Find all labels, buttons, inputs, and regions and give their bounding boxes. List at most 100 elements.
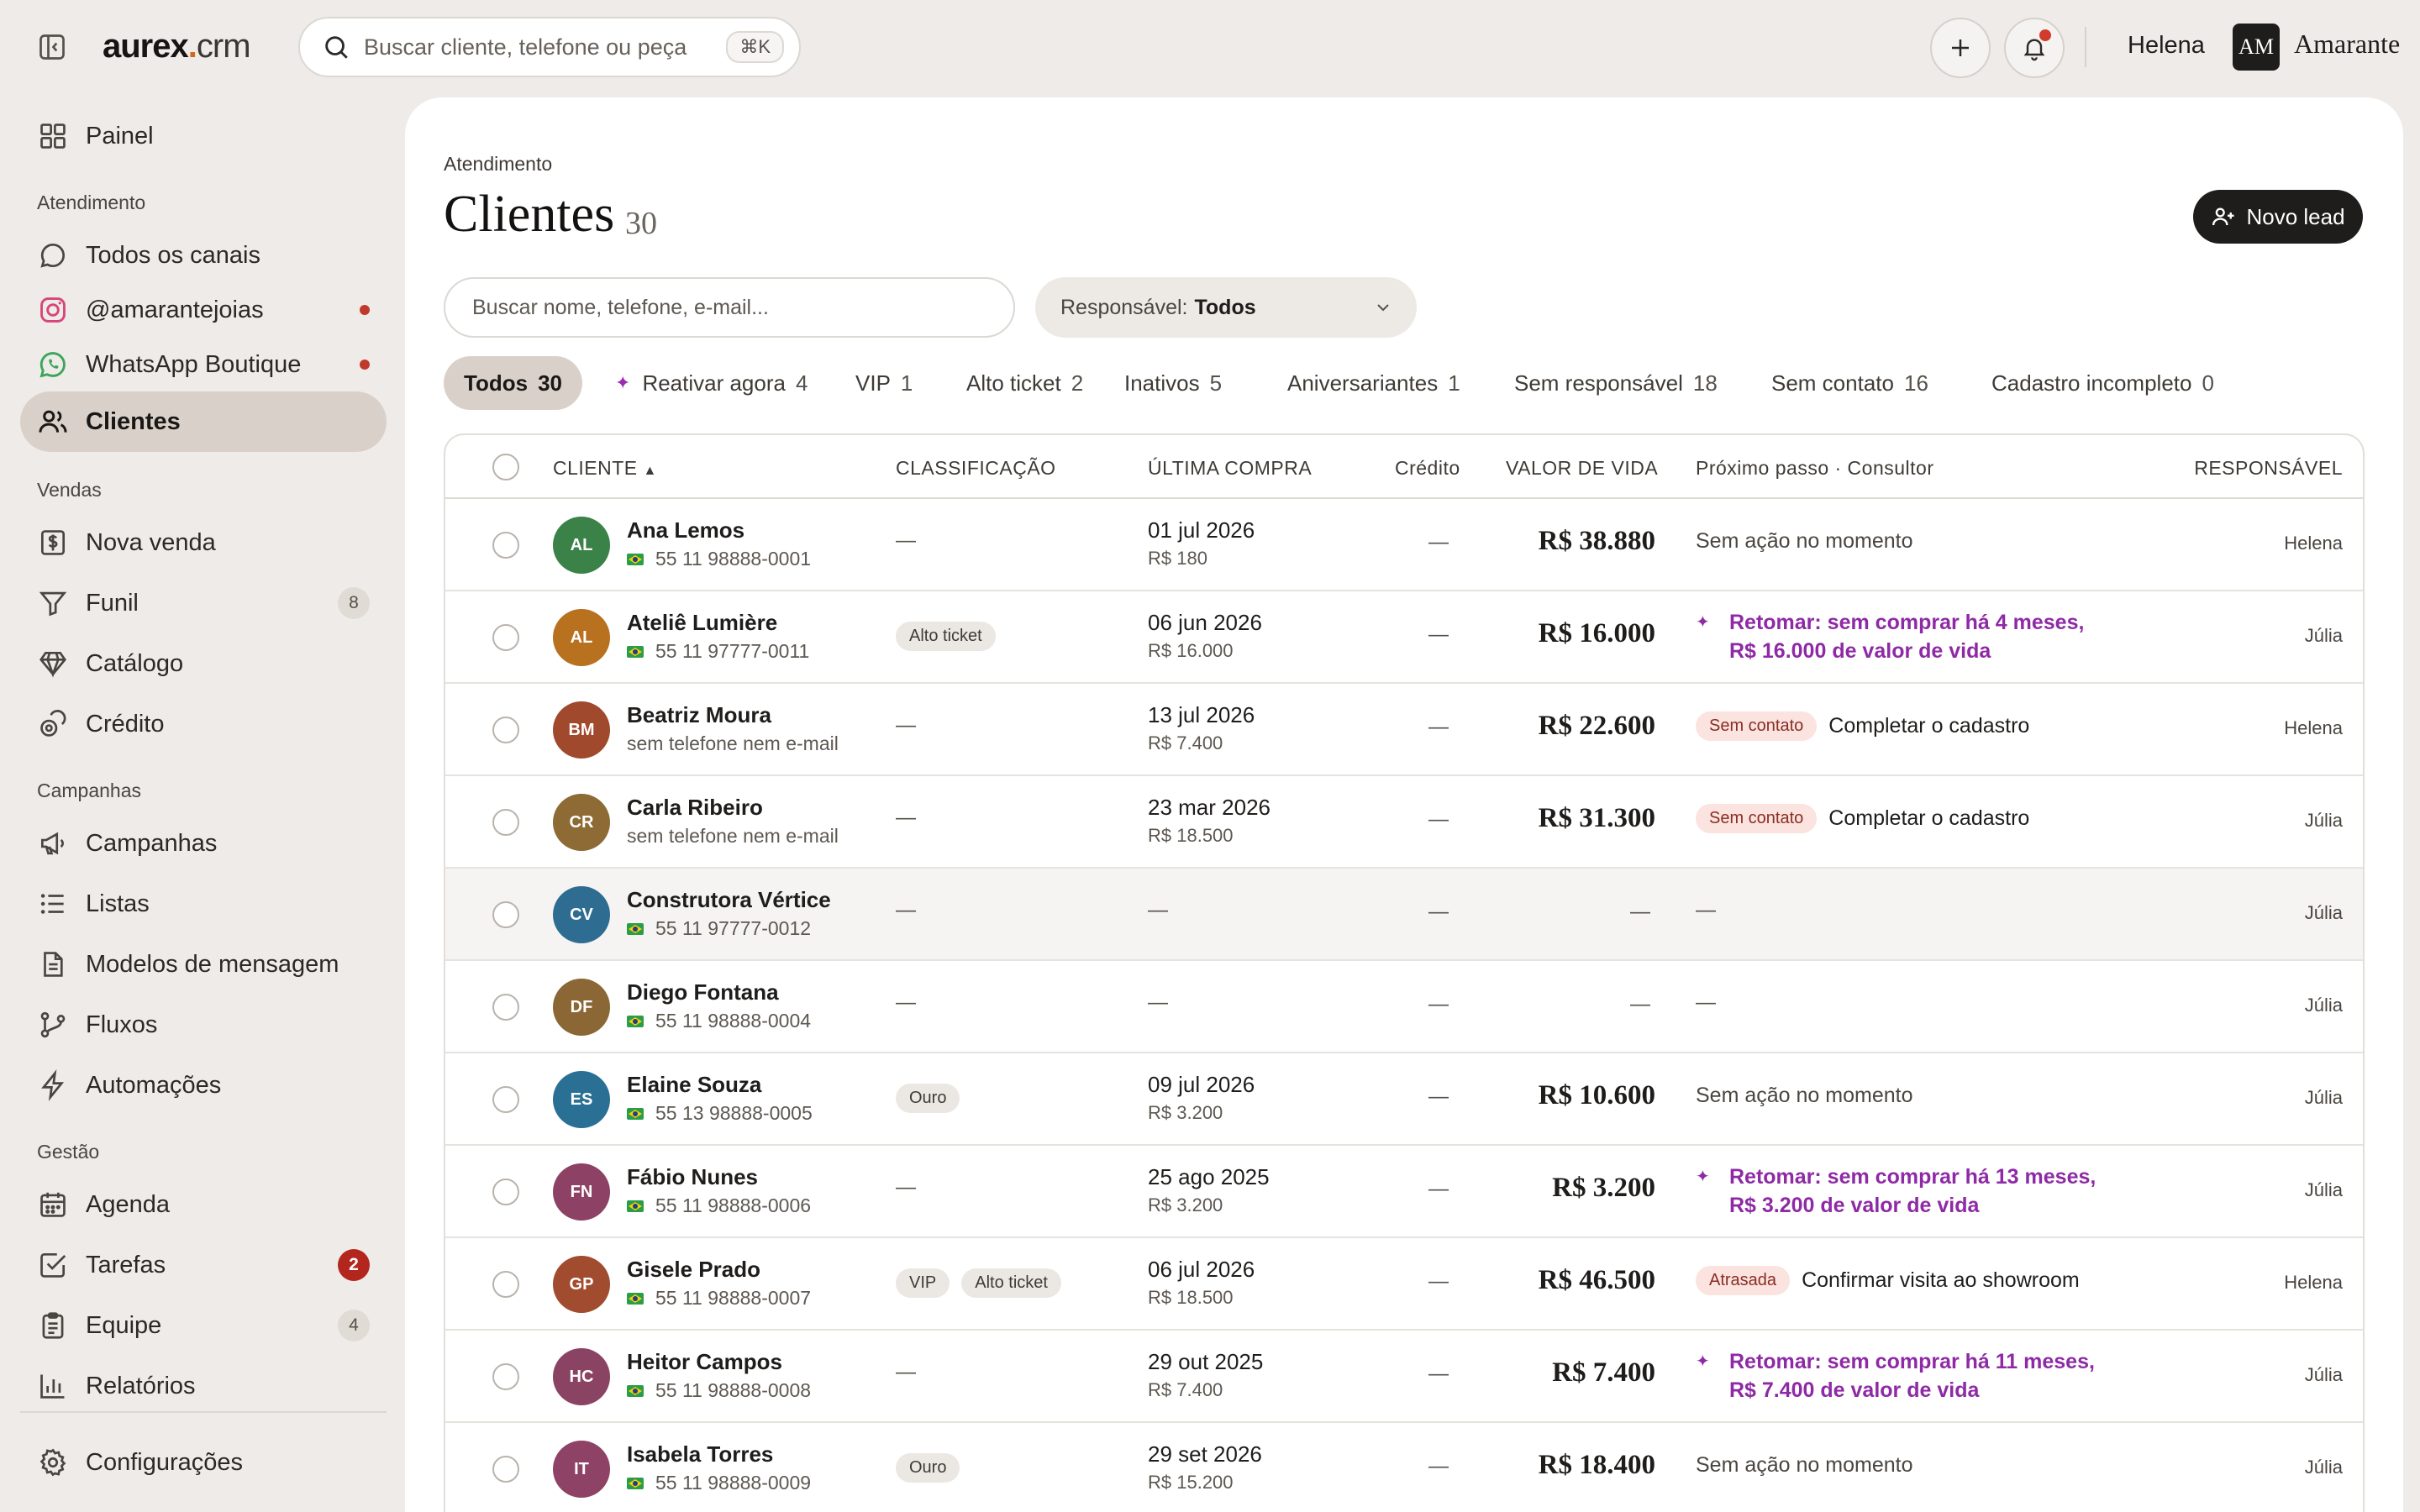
tab-aniversariantes[interactable]: Aniversariantes 1 (1287, 356, 1460, 410)
row-checkbox[interactable] (492, 809, 519, 836)
avatar[interactable]: AL (553, 609, 610, 666)
avatar[interactable]: ES (553, 1071, 610, 1128)
classification-tag[interactable]: Alto ticket (961, 1268, 1061, 1298)
next-step-reactivate[interactable]: ✦ Retomar: sem comprar há 13 meses, R$ 3.2… (1696, 1163, 2096, 1220)
col-credito[interactable]: Crédito (1395, 457, 1460, 480)
table-row[interactable]: HC Heitor Campos 55 11 98888-0008 — 29 out 2… (445, 1331, 2363, 1423)
select-all-checkbox[interactable] (492, 454, 519, 480)
client-name[interactable]: Diego Fontana (627, 979, 779, 1005)
next-step-reactivate[interactable]: ✦ Retomar: sem comprar há 4 meses, R$ 16.0… (1696, 608, 2084, 665)
table-row[interactable]: AL Ateliê Lumière 55 11 97777-0011 Alto tic… (445, 591, 2363, 684)
row-owner[interactable]: Júlia (2305, 810, 2343, 832)
classification-tag[interactable]: Ouro (896, 1084, 960, 1113)
table-row[interactable]: BM Beatriz Moura sem telefone nem e-mail — 1… (445, 684, 2363, 776)
sidebar-item-nova-venda[interactable]: Nova venda (20, 512, 387, 573)
sidebar-item-configuracoes[interactable]: Configurações (20, 1432, 387, 1493)
client-name[interactable]: Ateliê Lumière (627, 610, 777, 636)
row-checkbox[interactable] (492, 1179, 519, 1205)
col-responsavel[interactable]: RESPONSÁVEL (2194, 457, 2343, 480)
avatar[interactable]: CV (553, 886, 610, 943)
row-checkbox[interactable] (492, 1086, 519, 1113)
row-owner[interactable]: Júlia (2305, 1457, 2343, 1478)
tab-alto-ticket[interactable]: Alto ticket 2 (966, 356, 1083, 410)
sidebar-item-equipe[interactable]: Equipe 4 (20, 1295, 387, 1356)
col-valor-de-vida[interactable]: VALOR DE VIDA (1506, 457, 1658, 480)
row-owner[interactable]: Helena (2284, 1272, 2343, 1294)
next-step-reactivate[interactable]: ✦ Retomar: sem comprar há 11 meses, R$ 7.4… (1696, 1347, 2095, 1404)
org-name[interactable]: Amarante (2294, 29, 2400, 60)
next-step[interactable]: Sem ação no momento (1696, 529, 1912, 554)
client-name[interactable]: Carla Ribeiro (627, 795, 763, 821)
client-name[interactable]: Fábio Nunes (627, 1164, 758, 1190)
row-checkbox[interactable] (492, 994, 519, 1021)
table-row[interactable]: DF Diego Fontana 55 11 98888-0004 — — — — — Júli… (445, 961, 2363, 1053)
row-owner[interactable]: Júlia (2305, 995, 2343, 1016)
row-owner[interactable]: Júlia (2305, 902, 2343, 924)
row-checkbox[interactable] (492, 624, 519, 651)
brand-logo[interactable]: aurex.crm (103, 25, 251, 67)
row-owner[interactable]: Júlia (2305, 1179, 2343, 1201)
avatar[interactable]: GP (553, 1256, 610, 1313)
sidebar-item-funil[interactable]: Funil 8 (20, 573, 387, 633)
sidebar-item-credito[interactable]: Crédito (20, 694, 387, 754)
row-checkbox[interactable] (492, 1363, 519, 1390)
avatar[interactable]: IT (553, 1441, 610, 1498)
row-owner[interactable]: Júlia (2305, 1364, 2343, 1386)
row-owner[interactable]: Júlia (2305, 1087, 2343, 1109)
row-owner[interactable]: Helena (2284, 717, 2343, 739)
client-name[interactable]: Construtora Vértice (627, 887, 831, 913)
client-name[interactable]: Elaine Souza (627, 1072, 761, 1098)
table-row[interactable]: CV Construtora Vértice 55 11 97777-0012 — — —… (445, 869, 2363, 961)
owner-filter-select[interactable]: Responsável: Todos (1035, 277, 1417, 338)
client-name[interactable]: Gisele Prado (627, 1257, 760, 1283)
col-proximo-passo[interactable]: Próximo passo · Consultor (1696, 457, 1934, 480)
table-row[interactable]: ES Elaine Souza 55 13 98888-0005 Ouro 09 jul… (445, 1053, 2363, 1146)
tab-sem-contato[interactable]: Sem contato 16 (1771, 356, 1928, 410)
sidebar-item-painel[interactable]: Painel (20, 106, 387, 166)
classification-tag[interactable]: Ouro (896, 1453, 960, 1483)
sidebar-item-automacoes[interactable]: Automações (20, 1055, 387, 1116)
sidebar-toggle-icon[interactable] (37, 32, 67, 62)
tab-inativos[interactable]: Inativos 5 (1124, 356, 1222, 410)
client-name[interactable]: Isabela Torres (627, 1441, 773, 1467)
classification-tag[interactable]: VIP (896, 1268, 950, 1298)
table-row[interactable]: CR Carla Ribeiro sem telefone nem e-mail — 2… (445, 776, 2363, 869)
notifications-button[interactable] (2004, 18, 2065, 78)
row-owner[interactable]: Júlia (2305, 625, 2343, 647)
sidebar-item-instagram[interactable]: @amarantejoias (20, 280, 387, 340)
row-checkbox[interactable] (492, 532, 519, 559)
breadcrumb[interactable]: Atendimento (444, 153, 552, 176)
next-step[interactable]: Sem contato Completar o cadastro (1696, 804, 2029, 833)
table-row[interactable]: GP Gisele Prado 55 11 98888-0007 VIP Alto ti… (445, 1238, 2363, 1331)
client-name[interactable]: Beatriz Moura (627, 702, 771, 728)
row-checkbox[interactable] (492, 1456, 519, 1483)
table-row[interactable]: FN Fábio Nunes 55 11 98888-0006 — 25 ago 202… (445, 1146, 2363, 1238)
tab-sem-responsavel[interactable]: Sem responsável 18 (1514, 356, 1718, 410)
client-search-input[interactable] (444, 277, 1015, 338)
next-step[interactable]: Sem ação no momento (1696, 1084, 1912, 1108)
sidebar-item-whatsapp[interactable]: WhatsApp Boutique (20, 334, 387, 395)
col-ultima-compra[interactable]: ÚLTIMA COMPRA (1148, 457, 1312, 480)
sidebar-item-clientes[interactable]: Clientes (20, 391, 387, 452)
add-button[interactable] (1930, 18, 1991, 78)
classification-tag[interactable]: Alto ticket (896, 622, 996, 651)
row-owner[interactable]: Helena (2284, 533, 2343, 554)
tab-todos[interactable]: Todos 30 (444, 356, 582, 410)
table-row[interactable]: IT Isabela Torres 55 11 98888-0009 Ouro 29 s… (445, 1423, 2363, 1512)
sidebar-item-catalogo[interactable]: Catálogo (20, 633, 387, 694)
tab-vip[interactable]: VIP 1 (855, 356, 913, 410)
row-checkbox[interactable] (492, 1271, 519, 1298)
avatar[interactable]: FN (553, 1163, 610, 1221)
next-step[interactable]: Sem contato Completar o cadastro (1696, 711, 2029, 741)
sidebar-item-todos-canais[interactable]: Todos os canais (20, 225, 387, 286)
sidebar-item-listas[interactable]: Listas (20, 874, 387, 934)
sidebar-item-agenda[interactable]: Agenda (20, 1174, 387, 1235)
row-checkbox[interactable] (492, 717, 519, 743)
row-checkbox[interactable] (492, 901, 519, 928)
global-search-input[interactable] (364, 34, 727, 60)
avatar[interactable]: CR (553, 794, 610, 851)
avatar[interactable]: HC (553, 1348, 610, 1405)
avatar[interactable]: DF (553, 979, 610, 1036)
next-step[interactable]: Sem ação no momento (1696, 1453, 1912, 1478)
col-cliente[interactable]: CLIENTE ▲ (553, 457, 657, 480)
